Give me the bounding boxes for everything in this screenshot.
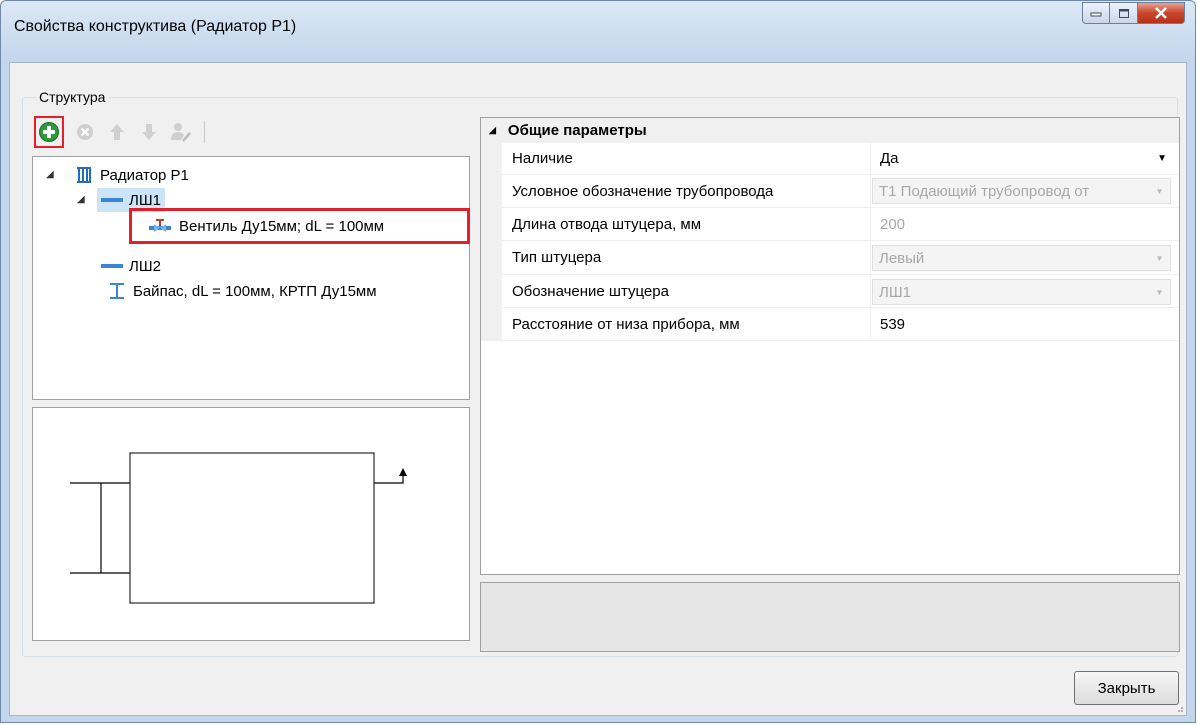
fitting-designation-combo: ЛШ1 ▼ bbox=[872, 279, 1171, 305]
move-up-button[interactable] bbox=[104, 119, 130, 145]
close-icon bbox=[1155, 7, 1167, 19]
delete-button[interactable] bbox=[72, 119, 98, 145]
tree-item-label: ЛШ2 bbox=[129, 257, 161, 275]
arrow-up-icon bbox=[110, 124, 124, 140]
property-grid: ◢ Общие параметры Наличие Да ▼ Условное … bbox=[480, 117, 1180, 575]
structure-toolbar bbox=[34, 115, 205, 149]
property-name: Обозначение штуцера bbox=[512, 282, 669, 300]
highlight-frame bbox=[129, 208, 470, 244]
dropdown-arrow-icon: ▼ bbox=[1155, 253, 1164, 263]
dropdown-arrow-icon: ▼ bbox=[1155, 186, 1164, 196]
tree-item-label: Байпас, dL = 100мм, КРТП Ду15мм bbox=[133, 282, 377, 300]
pipeline-combo: Т1 Подающий трубопровод от ▼ bbox=[872, 178, 1171, 204]
expand-arrow-icon[interactable]: ◢ bbox=[46, 169, 54, 180]
add-icon bbox=[39, 122, 59, 142]
property-value: Левый bbox=[879, 250, 925, 267]
window-controls bbox=[1082, 2, 1185, 24]
maximize-button[interactable] bbox=[1110, 2, 1138, 24]
property-name: Длина отвода штуцера, мм bbox=[512, 215, 702, 233]
move-down-button[interactable] bbox=[136, 119, 162, 145]
minimize-button[interactable] bbox=[1082, 2, 1110, 24]
radiator-schematic-drawing bbox=[70, 452, 407, 604]
radiator-icon bbox=[77, 167, 91, 183]
property-category[interactable]: ◢ Общие параметры bbox=[481, 118, 1179, 143]
fitting-type-combo: Левый ▼ bbox=[872, 245, 1171, 271]
property-name: Расстояние от низа прибора, мм bbox=[512, 315, 740, 333]
fitting-icon bbox=[101, 264, 123, 268]
schematic-preview bbox=[32, 407, 470, 641]
property-row[interactable]: Обозначение штуцера ЛШ1 ▼ bbox=[481, 275, 1179, 308]
category-label: Общие параметры bbox=[507, 122, 647, 139]
tree-item-label: Радиатор Р1 bbox=[100, 166, 189, 184]
close-button[interactable]: Закрыть bbox=[1074, 671, 1179, 705]
property-value[interactable]: 539 bbox=[880, 316, 905, 333]
maximize-icon bbox=[1118, 8, 1129, 18]
dropdown-arrow-icon[interactable]: ▼ bbox=[1157, 153, 1167, 164]
window-title: Свойства конструктива (Радиатор Р1) bbox=[14, 18, 297, 35]
tree-item-radiator[interactable]: Радиатор Р1 bbox=[76, 163, 189, 187]
property-row[interactable]: Длина отвода штуцера, мм 200 bbox=[481, 208, 1179, 241]
toolbar-separator bbox=[204, 121, 205, 143]
property-name: Тип штуцера bbox=[512, 249, 602, 266]
property-name: Условное обозначение трубопровода bbox=[512, 182, 774, 200]
property-name: Наличие bbox=[512, 150, 573, 167]
tree-item-label: ЛШ1 bbox=[129, 191, 161, 209]
structure-tree[interactable]: ◢ Радиатор Р1 ◢ ЛШ1 Вентиль Ду15мм; dL =… bbox=[32, 156, 470, 400]
tree-item-lsh2[interactable]: ЛШ2 bbox=[101, 254, 161, 278]
arrow-down-icon bbox=[142, 124, 156, 140]
title-bar[interactable]: Свойства конструктива (Радиатор Р1) bbox=[1, 1, 1195, 63]
property-value[interactable]: Да bbox=[880, 150, 899, 167]
structure-group-label: Структура bbox=[36, 89, 109, 105]
close-window-button[interactable] bbox=[1138, 2, 1185, 24]
properties-button[interactable] bbox=[168, 119, 194, 145]
add-button[interactable] bbox=[34, 116, 64, 148]
property-description-panel bbox=[480, 582, 1180, 652]
bypass-icon bbox=[110, 283, 124, 299]
property-value: Т1 Подающий трубопровод от bbox=[879, 183, 1090, 200]
resize-grip-icon[interactable] bbox=[1174, 703, 1184, 713]
expand-arrow-icon[interactable]: ◢ bbox=[77, 194, 85, 205]
minimize-icon bbox=[1090, 12, 1102, 17]
property-row[interactable]: Тип штуцера Левый ▼ bbox=[481, 241, 1179, 275]
dialog-client-area: Структура ◢ Радиатор Р1 ◢ ЛШ1 Вентиль Ду… bbox=[9, 62, 1187, 716]
dialog-window: Свойства конструктива (Радиатор Р1) Стру… bbox=[0, 0, 1196, 723]
property-row[interactable]: Расстояние от низа прибора, мм 539 bbox=[481, 308, 1179, 341]
tree-item-bypass[interactable]: Байпас, dL = 100мм, КРТП Ду15мм bbox=[109, 279, 377, 303]
collapse-arrow-icon[interactable]: ◢ bbox=[489, 125, 496, 136]
dropdown-arrow-icon: ▼ bbox=[1155, 287, 1164, 297]
delete-icon bbox=[77, 124, 93, 140]
property-value: 200 bbox=[880, 215, 906, 233]
property-row[interactable]: Наличие Да ▼ bbox=[481, 143, 1179, 175]
fitting-icon bbox=[101, 198, 123, 202]
property-value: ЛШ1 bbox=[879, 284, 911, 301]
person-edit-icon bbox=[171, 123, 191, 142]
property-row[interactable]: Условное обозначение трубопровода Т1 Под… bbox=[481, 175, 1179, 208]
